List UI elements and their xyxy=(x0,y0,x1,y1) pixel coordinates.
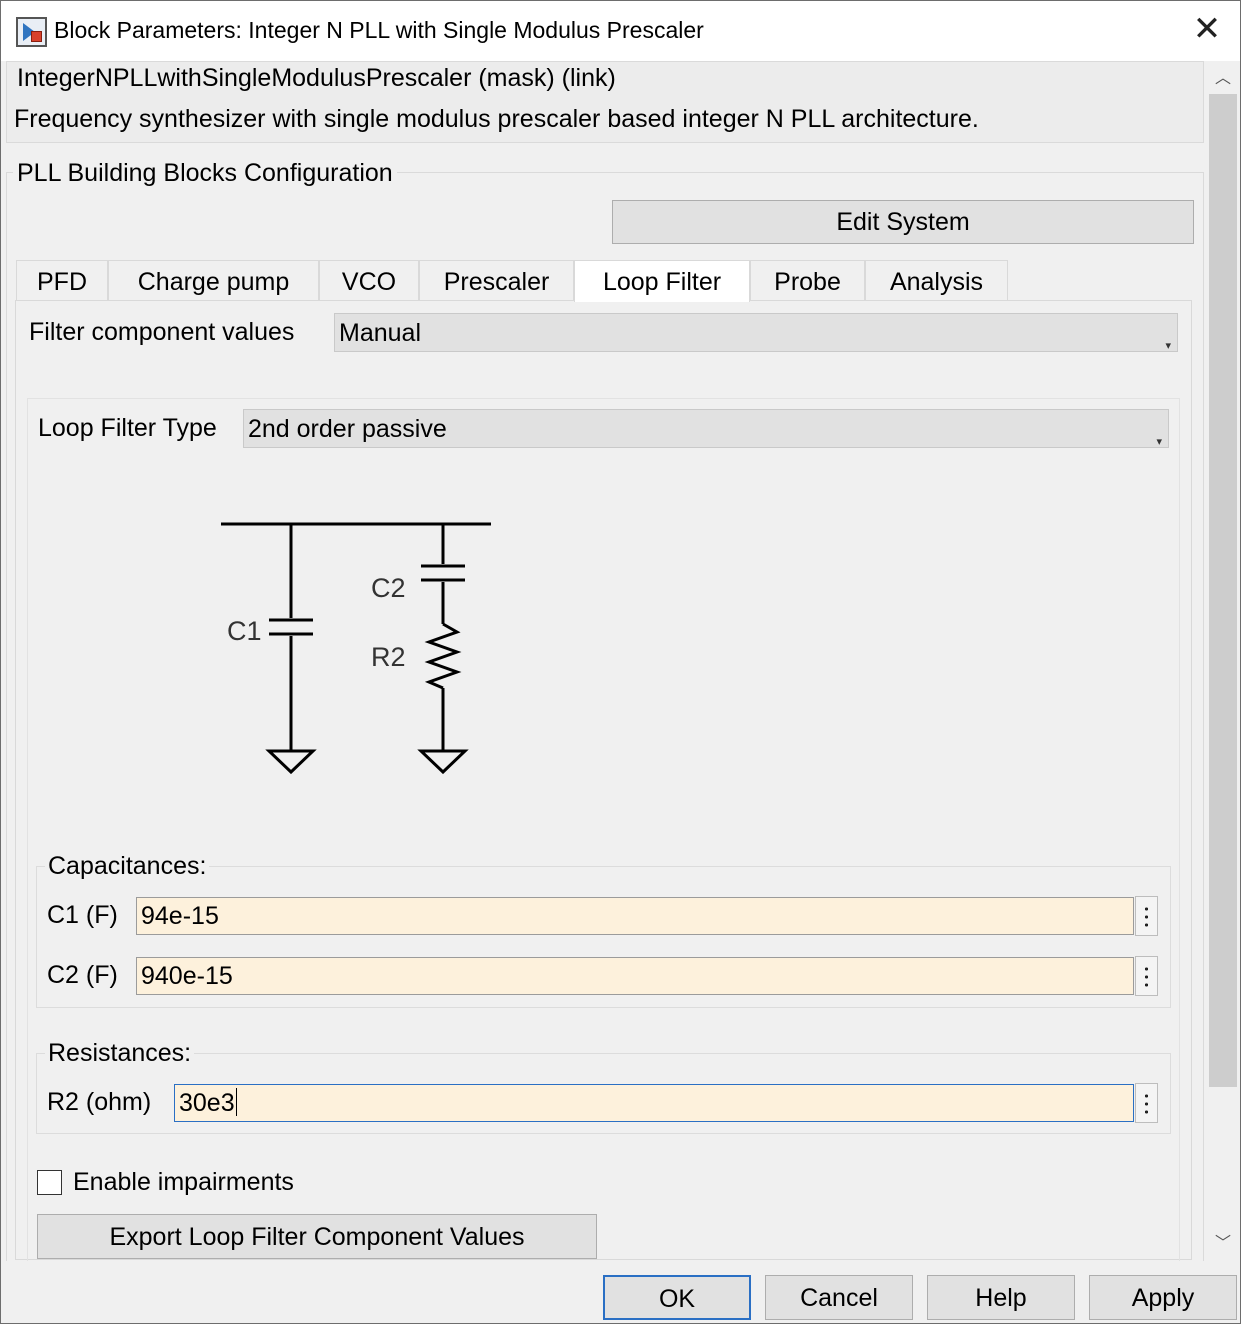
apply-button[interactable]: Apply xyxy=(1089,1275,1237,1320)
enable-impairments-label[interactable]: Enable impairments xyxy=(73,1168,294,1197)
enable-impairments-checkbox[interactable] xyxy=(37,1170,62,1195)
c1-more-options-button[interactable] xyxy=(1135,896,1158,936)
c2-input[interactable]: 940e-15 xyxy=(136,957,1134,995)
tab-charge-pump[interactable]: Charge pump xyxy=(108,260,319,300)
simulink-block-icon xyxy=(16,17,47,47)
cancel-button[interactable]: Cancel xyxy=(765,1275,913,1320)
c2-more-options-button[interactable] xyxy=(1135,956,1158,996)
c2-label: C2 (F) xyxy=(47,961,118,989)
scroll-up-icon[interactable]: ︿ xyxy=(1209,65,1237,91)
r2-label: R2 (ohm) xyxy=(47,1088,152,1116)
tab-loop-filter[interactable]: Loop Filter xyxy=(574,260,750,302)
capacitances-legend: Capacitances: xyxy=(45,852,210,881)
filter-component-values-label: Filter component values xyxy=(29,318,295,346)
schematic-c1-label: C1 xyxy=(227,616,262,646)
schematic-r2-label: R2 xyxy=(371,642,406,672)
tab-analysis[interactable]: Analysis xyxy=(865,260,1008,300)
loop-filter-schematic: C1 C2 R2 xyxy=(221,522,491,775)
loop-filter-type-label: Loop Filter Type xyxy=(38,414,217,442)
tab-prescaler[interactable]: Prescaler xyxy=(419,260,574,300)
title-bar[interactable]: Block Parameters: Integer N PLL with Sin… xyxy=(1,1,1240,61)
filter-component-values-dropdown[interactable]: Manual ▾ xyxy=(334,313,1178,352)
help-button[interactable]: Help xyxy=(927,1275,1075,1320)
config-group-title: PLL Building Blocks Configuration xyxy=(13,159,397,188)
dropdown-arrow-icon: ▾ xyxy=(1156,435,1162,448)
schematic-c2-label: C2 xyxy=(371,573,406,603)
resistances-legend: Resistances: xyxy=(45,1039,195,1068)
r2-input-value: 30e3 xyxy=(179,1089,235,1117)
filter-component-values-selected: Manual xyxy=(339,319,421,347)
export-loop-filter-values-button[interactable]: Export Loop Filter Component Values xyxy=(37,1214,597,1259)
r2-more-options-button[interactable] xyxy=(1135,1083,1158,1123)
ok-button[interactable]: OK xyxy=(603,1275,751,1320)
scrollbar-thumb[interactable] xyxy=(1209,94,1237,1087)
c1-label: C1 (F) xyxy=(47,901,118,929)
loop-filter-type-dropdown[interactable]: 2nd order passive ▾ xyxy=(243,409,1169,448)
vertical-ellipsis-icon xyxy=(1145,1092,1148,1116)
mask-description: Frequency synthesizer with single modulu… xyxy=(14,105,979,133)
r2-input[interactable]: 30e3 xyxy=(174,1084,1134,1122)
scroll-down-icon[interactable]: ﹀ xyxy=(1209,1230,1237,1256)
tab-pfd[interactable]: PFD xyxy=(16,260,108,300)
mask-title: IntegerNPLLwithSingleModulusPrescaler (m… xyxy=(17,64,616,92)
block-parameters-dialog: Block Parameters: Integer N PLL with Sin… xyxy=(0,0,1241,1324)
loop-filter-group-box xyxy=(27,398,1180,1268)
tab-vco[interactable]: VCO xyxy=(319,260,419,300)
dropdown-arrow-icon: ▾ xyxy=(1165,339,1171,352)
window-title: Block Parameters: Integer N PLL with Sin… xyxy=(54,17,704,43)
schematic-r2-zigzag xyxy=(424,622,462,690)
text-caret xyxy=(235,1088,237,1116)
schematic-ground-2 xyxy=(417,749,469,775)
schematic-ground-1 xyxy=(265,749,317,775)
vertical-ellipsis-icon xyxy=(1145,965,1148,989)
tab-probe[interactable]: Probe xyxy=(750,260,865,300)
vertical-ellipsis-icon xyxy=(1145,905,1148,929)
loop-filter-type-selected: 2nd order passive xyxy=(248,415,447,443)
c1-input[interactable]: 94e-15 xyxy=(136,897,1134,935)
edit-system-button[interactable]: Edit System xyxy=(612,200,1194,244)
close-icon[interactable]: ✕ xyxy=(1183,9,1231,53)
